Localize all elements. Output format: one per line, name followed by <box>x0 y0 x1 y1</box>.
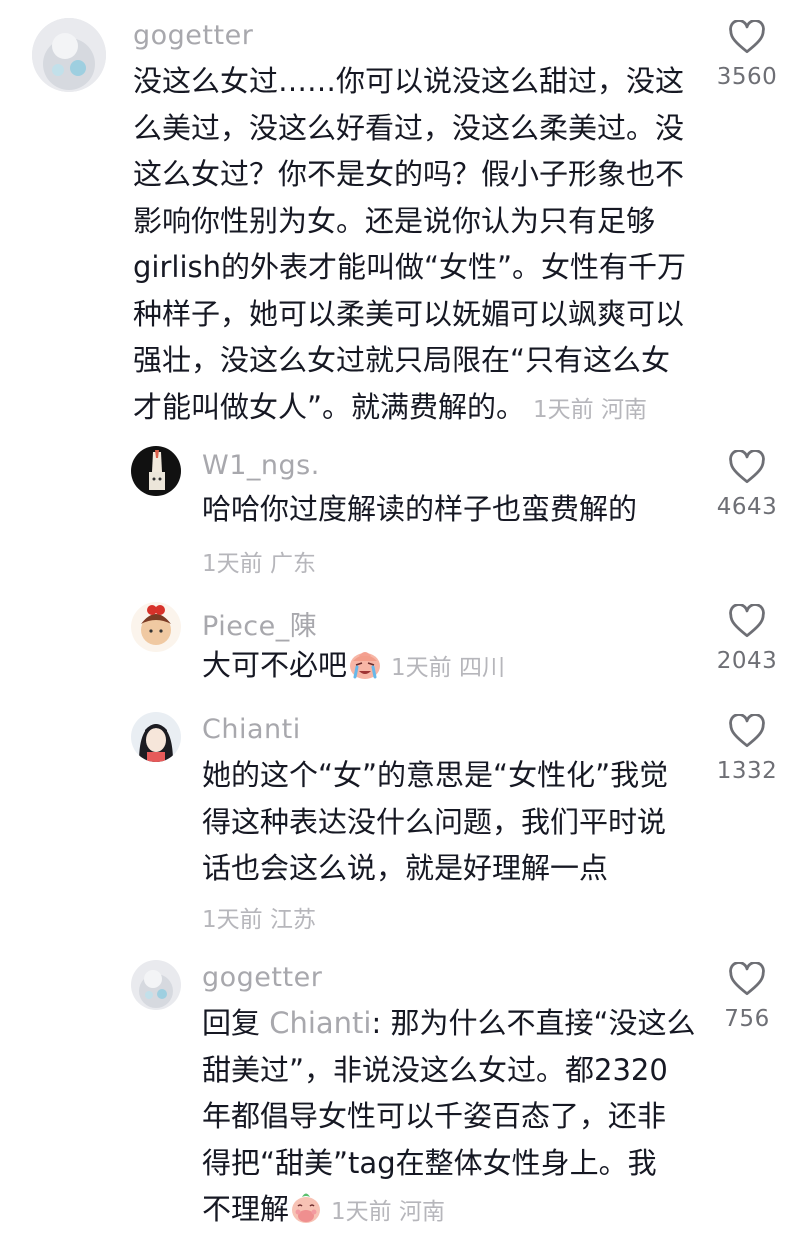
comment-username[interactable]: Chianti <box>202 714 301 745</box>
avatar[interactable] <box>131 446 181 496</box>
reply-item: Piece_陳 大可不必吧 1天前 四川 2043 <box>0 598 800 698</box>
heart-outline-icon[interactable] <box>728 714 766 748</box>
comment-text: 回复 Chianti: 那为什么不直接“没这么 甜美过”，非说没这么女过。都23… <box>202 1000 696 1239</box>
like-count: 2043 <box>716 648 778 674</box>
comment-username[interactable]: W1_ngs. <box>202 450 320 481</box>
avatar[interactable] <box>131 602 181 652</box>
heart-outline-icon[interactable] <box>728 962 766 996</box>
avatar[interactable] <box>32 18 106 92</box>
reply-item: gogetter 回复 Chianti: 那为什么不直接“没这么 甜美过”，非说… <box>0 956 800 1234</box>
like-count: 756 <box>724 1006 770 1032</box>
like-button[interactable]: 4643 <box>702 450 792 520</box>
like-button[interactable]: 3560 <box>702 20 792 90</box>
comment-text: 没这么女过……你可以说没这么甜过，没这 么美过，没这么好看过，没这么柔美过。没 … <box>133 64 687 424</box>
avatar[interactable] <box>131 960 181 1010</box>
comment-username[interactable]: Piece_陳 <box>202 604 317 643</box>
comment-meta: 1天前 河南 <box>331 1199 445 1225</box>
like-count: 1332 <box>716 758 778 784</box>
like-count: 4643 <box>716 494 778 520</box>
like-button[interactable]: 1332 <box>702 714 792 784</box>
like-button[interactable]: 756 <box>702 962 792 1032</box>
crying-face-emoji <box>347 647 383 695</box>
like-count: 3560 <box>716 64 778 90</box>
like-button[interactable]: 2043 <box>702 604 792 674</box>
reply-to-username[interactable]: Chianti <box>269 1006 371 1040</box>
avatar[interactable] <box>131 712 181 762</box>
comment-meta: 1天前 广东 <box>202 551 316 577</box>
heart-outline-icon[interactable] <box>728 604 766 638</box>
comment-username[interactable]: gogetter <box>133 20 253 51</box>
comment-text: 哈哈你过度解读的样子也蛮费解的 <box>202 492 638 526</box>
comment-meta: 1天前 江苏 <box>202 907 316 933</box>
comment-text: 她的这个“女”的意思是“女性化”我觉 得这种表达没什么问题，我们平时说 话也会这… <box>202 758 669 885</box>
reply-item: W1_ngs. 哈哈你过度解读的样子也蛮费解的 1天前 广东 4643 <box>0 440 800 590</box>
heart-outline-icon[interactable] <box>728 450 766 484</box>
comment-text: 大可不必吧 1天前 四川 <box>202 642 505 695</box>
heart-outline-icon[interactable] <box>728 20 766 54</box>
comment-username[interactable]: gogetter <box>202 962 322 993</box>
reply-item: Chianti 她的这个“女”的意思是“女性化”我觉 得这种表达没什么问题，我们… <box>0 708 800 948</box>
comment-item: gogetter 没这么女过……你可以说没这么甜过，没这 么美过，没这么好看过，… <box>0 0 800 430</box>
comment-meta: 1天前 河南 <box>533 396 647 423</box>
comment-meta: 1天前 四川 <box>391 655 505 681</box>
hand-over-mouth-emoji <box>289 1191 323 1239</box>
